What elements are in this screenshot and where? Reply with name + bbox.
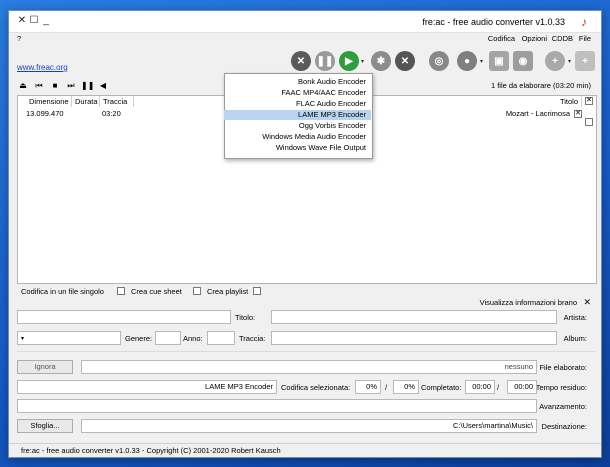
- add-folder-caret-icon[interactable]: ▾: [568, 58, 571, 65]
- row-duration: 03:20: [102, 109, 121, 118]
- destination-input[interactable]: C:\Users\martina\Music\: [81, 419, 537, 433]
- year-input[interactable]: [155, 331, 181, 345]
- row-checkbox[interactable]: ✕: [574, 110, 582, 118]
- completed-percent-value: 0%: [393, 380, 419, 394]
- create-cue-checkbox[interactable]: [193, 287, 201, 295]
- completed-label: Completato:: [421, 383, 462, 392]
- genre-select[interactable]: ▾: [17, 331, 121, 345]
- minimize-button[interactable]: _: [41, 15, 51, 27]
- album-input[interactable]: [271, 331, 557, 345]
- encoder-option-vorbis[interactable]: Ogg Vorbis Encoder: [226, 121, 366, 131]
- total-percent-value: 0%: [355, 380, 381, 394]
- percent-separator: /: [385, 383, 388, 392]
- stop-icon[interactable]: ✕: [291, 51, 311, 71]
- chevron-down-icon: ▾: [21, 336, 25, 342]
- time-remaining-value: 00:00: [507, 380, 537, 394]
- album-label: Album:: [563, 334, 587, 343]
- single-file-checkbox[interactable]: [117, 287, 125, 295]
- column-duration[interactable]: Durata: [72, 96, 100, 107]
- divider: [17, 351, 595, 352]
- completed-time-value: 00:00: [465, 380, 495, 394]
- next-track-icon[interactable]: ⏭: [65, 81, 77, 91]
- browse-button[interactable]: Sfoglia...: [17, 419, 73, 433]
- select-all-checkbox[interactable]: ✕: [585, 97, 593, 105]
- column-size[interactable]: Dimensione: [26, 96, 72, 107]
- add-files-icon[interactable]: +: [575, 51, 595, 71]
- row-size: 13.099.470: [26, 109, 64, 118]
- start-encoding-icon[interactable]: ▶: [339, 51, 359, 71]
- window-title: fre:ac - free audio converter v1.0.33: [422, 17, 565, 27]
- artist-label: Artista:: [563, 313, 587, 322]
- show-info-label: Visualizza informazioni brano: [479, 298, 577, 307]
- progress-label: Avanzamento:: [539, 402, 587, 411]
- status-bar: fre:ac - free audio converter v1.0.33 - …: [9, 443, 601, 457]
- stop-playback-icon[interactable]: ■: [49, 81, 61, 90]
- encoder-option-wma[interactable]: Windows Media Audio Encoder: [226, 132, 366, 142]
- genre-label: Genere:: [125, 334, 153, 343]
- create-playlist-checkbox[interactable]: [253, 287, 261, 295]
- time-separator: /: [497, 383, 500, 392]
- column-track[interactable]: Traccia: [100, 96, 134, 107]
- previous-track-icon[interactable]: ⏮: [33, 81, 45, 91]
- encoder-option-bonk[interactable]: Bonk Audio Encoder: [226, 77, 366, 87]
- cddb-query-icon[interactable]: ●: [457, 51, 477, 71]
- ignore-button[interactable]: Ignora: [17, 360, 73, 374]
- toolbar: + + ▾ ◉ ▣ ● ▾ ◎ ✕ ✱ ▶ ▾ ❚❚ ✕: [9, 49, 601, 75]
- artist-input[interactable]: [271, 310, 557, 324]
- time-remaining-label: Tempo residuo:: [535, 383, 587, 392]
- cddb-submit-icon[interactable]: ◎: [429, 51, 449, 71]
- row-title: Mozart - Lacrimosa: [505, 109, 570, 118]
- track-input[interactable]: [207, 331, 235, 345]
- show-info-checkbox-icon[interactable]: ✕: [583, 297, 591, 308]
- app-logo-icon: ♪: [581, 15, 587, 29]
- website-link[interactable]: www.freac.org: [17, 63, 68, 72]
- menu-help[interactable]: ?: [17, 34, 21, 43]
- files-to-process-label: 1 file da elaborare (03:20 min): [490, 81, 591, 90]
- maximize-button[interactable]: ☐: [29, 15, 39, 27]
- row-checkbox-secondary[interactable]: [585, 118, 593, 126]
- tools-icon[interactable]: ✕: [395, 51, 415, 71]
- selected-encoder-value: LAME MP3 Encoder: [17, 380, 277, 394]
- settings-gear-icon[interactable]: ✱: [371, 51, 391, 71]
- encoder-dropdown-menu[interactable]: Bonk Audio Encoder FAAC MP4/AAC Encoder …: [224, 73, 373, 159]
- single-file-label: Codifica in un file singolo: [21, 287, 104, 296]
- year-label: Anno:: [183, 334, 203, 343]
- close-button[interactable]: ✕: [17, 15, 27, 27]
- create-playlist-label: Crea playlist: [207, 287, 249, 296]
- encoder-select-caret-icon[interactable]: ▾: [361, 58, 364, 65]
- encoder-option-wave[interactable]: Windows Wave File Output: [226, 143, 366, 153]
- play-icon[interactable]: ◀: [97, 81, 109, 90]
- selected-encoder-label: Codifica selezionata:: [281, 383, 351, 392]
- destination-label: Destinazione:: [541, 422, 587, 431]
- file-processed-value: nessuno: [81, 360, 537, 374]
- file-processed-label: File elaborato:: [539, 363, 587, 372]
- title-bar: ✕ ☐ _ fre:ac - free audio converter v1.0…: [9, 11, 601, 33]
- pause-icon[interactable]: ❚❚: [315, 51, 335, 71]
- menu-encode[interactable]: Codifica: [488, 34, 515, 43]
- menu-bar: ? File CDDB Opzioni Codifica: [9, 33, 601, 45]
- eject-icon[interactable]: ⏏: [17, 81, 29, 90]
- encoder-option-flac[interactable]: FLAC Audio Encoder: [226, 99, 366, 109]
- create-cue-label: Crea cue sheet: [131, 287, 182, 296]
- app-window: ✕ ☐ _ fre:ac - free audio converter v1.0…: [8, 10, 602, 458]
- menu-cddb[interactable]: CDDB: [552, 34, 573, 43]
- progress-bar: [17, 399, 537, 413]
- pause-playback-icon[interactable]: ❚❚: [81, 81, 94, 90]
- track-label: Traccia:: [239, 334, 266, 343]
- encoder-option-faac[interactable]: FAAC MP4/AAC Encoder: [226, 88, 366, 98]
- cddb-caret-icon[interactable]: ▾: [480, 58, 483, 65]
- title-input[interactable]: [17, 310, 231, 324]
- cd-icon[interactable]: ◉: [513, 51, 533, 71]
- remove-icon[interactable]: ▣: [489, 51, 509, 71]
- encoder-option-lame[interactable]: LAME MP3 Encoder: [224, 110, 371, 120]
- menu-options[interactable]: Opzioni: [522, 34, 547, 43]
- menu-file[interactable]: File: [579, 34, 591, 43]
- title-label: Titolo:: [235, 313, 256, 322]
- add-folder-icon[interactable]: +: [545, 51, 565, 71]
